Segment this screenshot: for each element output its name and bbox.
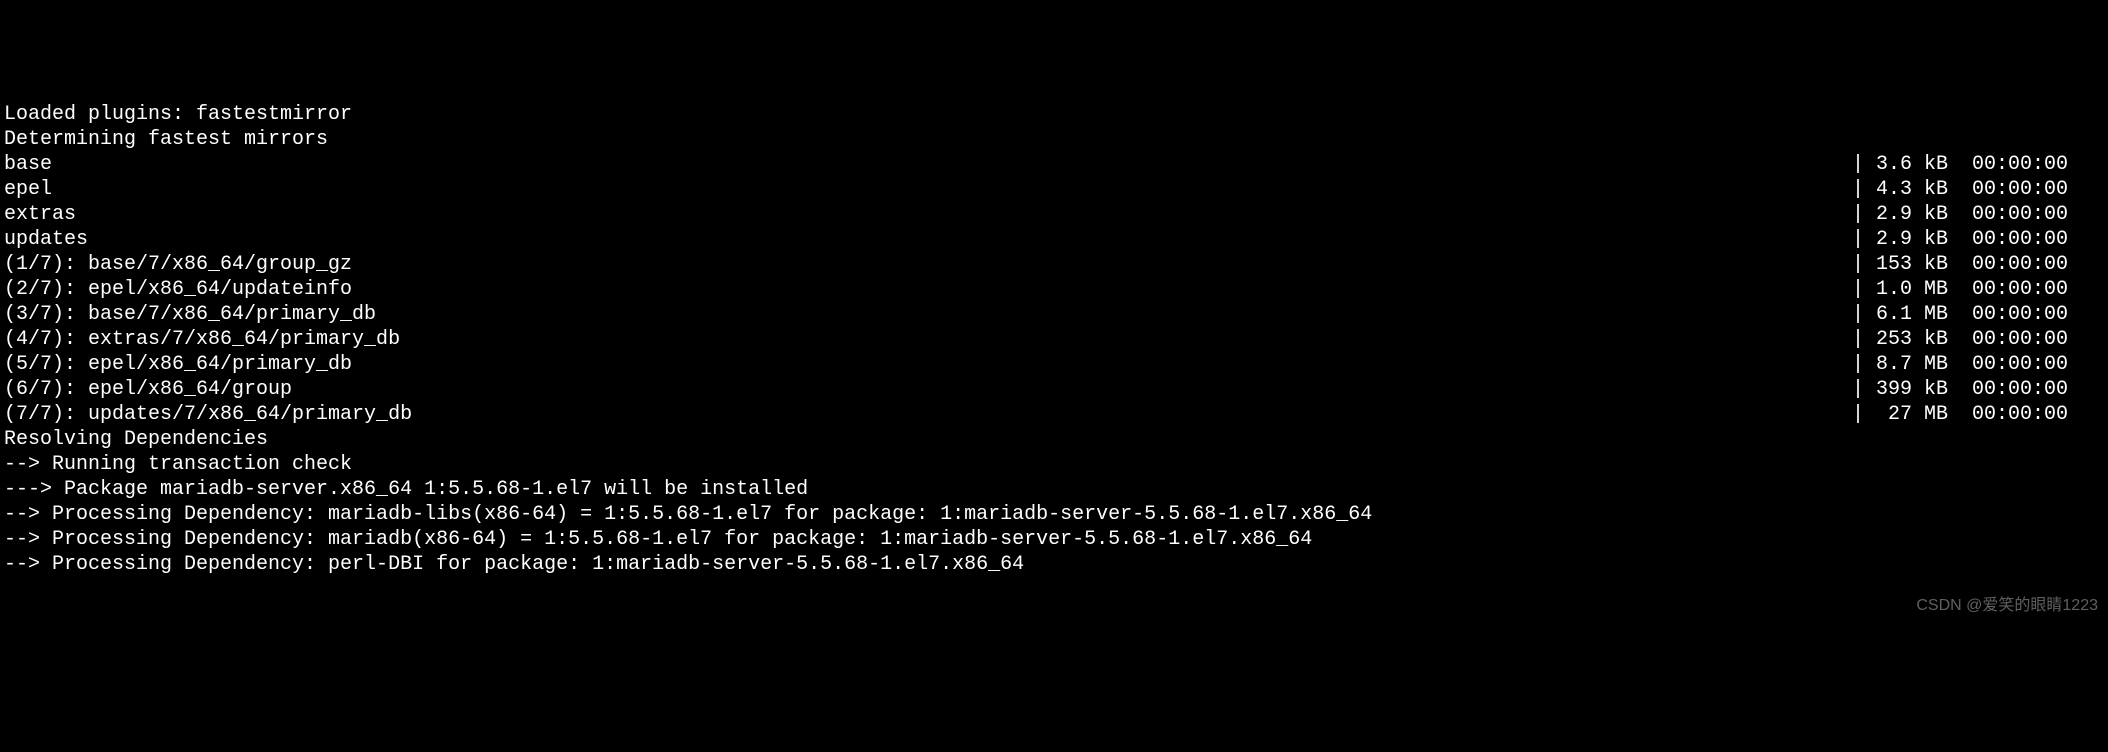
terminal-line: (4/7): extras/7/x86_64/primary_db| 253 k… [4,327,2104,352]
terminal-line: Loaded plugins: fastestmirror [4,102,2104,127]
terminal-line: ---> Package mariadb-server.x86_64 1:5.5… [4,477,2104,502]
terminal-line: extras| 2.9 kB 00:00:00 [4,202,2104,227]
terminal-line: epel| 4.3 kB 00:00:00 [4,177,2104,202]
terminal-line: (2/7): epel/x86_64/updateinfo| 1.0 MB 00… [4,277,2104,302]
terminal-line: --> Processing Dependency: perl-DBI for … [4,552,2104,577]
terminal-line: (5/7): epel/x86_64/primary_db| 8.7 MB 00… [4,352,2104,377]
terminal-line: (1/7): base/7/x86_64/group_gz| 153 kB 00… [4,252,2104,277]
terminal-line: updates| 2.9 kB 00:00:00 [4,227,2104,252]
terminal-line: --> Running transaction check [4,452,2104,477]
terminal-line: base| 3.6 kB 00:00:00 [4,152,2104,177]
terminal-output: Loaded plugins: fastestmirrorDetermining… [4,102,2104,577]
terminal-line: (3/7): base/7/x86_64/primary_db| 6.1 MB … [4,302,2104,327]
terminal-line: Resolving Dependencies [4,427,2104,452]
watermark-text: CSDN @爱笑的眼睛1223 [1916,596,2098,616]
terminal-line: --> Processing Dependency: mariadb(x86-6… [4,527,2104,552]
terminal-line: --> Processing Dependency: mariadb-libs(… [4,502,2104,527]
terminal-line: (6/7): epel/x86_64/group| 399 kB 00:00:0… [4,377,2104,402]
terminal-line: Determining fastest mirrors [4,127,2104,152]
terminal-line: (7/7): updates/7/x86_64/primary_db| 27 M… [4,402,2104,427]
